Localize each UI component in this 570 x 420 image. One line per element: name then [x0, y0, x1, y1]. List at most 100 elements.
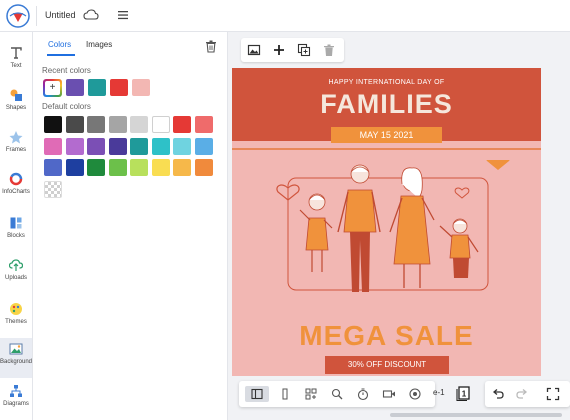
rail-label-blocks: Blocks: [7, 233, 25, 239]
rail-item-diagrams[interactable]: Diagrams: [0, 380, 32, 420]
redo-icon[interactable]: [514, 386, 530, 402]
default-color-swatch[interactable]: [130, 159, 148, 176]
horizontal-scrollbar[interactable]: [390, 413, 562, 417]
plus-icon: +: [45, 81, 60, 95]
design-top-line[interactable]: HAPPY INTERNATIONAL DAY OF: [232, 79, 541, 86]
tab-colors[interactable]: Colors: [48, 40, 71, 49]
default-color-swatch[interactable]: [151, 137, 170, 155]
rail-item-frames[interactable]: Frames: [0, 126, 32, 166]
left-rail: Text Shapes Frames InfoCharts Blocks Upl…: [0, 32, 33, 420]
design-title[interactable]: FAMILIES: [232, 89, 541, 120]
page-indicator[interactable]: e-1: [433, 388, 445, 397]
default-color-swatch[interactable]: [65, 137, 84, 155]
design-subline[interactable]: 30% OFF DISCOUNT: [325, 356, 449, 374]
transparent-color-swatch[interactable]: [44, 180, 62, 198]
default-color-swatch[interactable]: [151, 116, 170, 133]
pages-icon[interactable]: 1: [455, 385, 471, 401]
recent-color-swatch[interactable]: [110, 79, 128, 96]
recent-colors-label: Recent colors: [42, 66, 91, 75]
diagrams-icon: [10, 385, 22, 397]
rail-label-uploads: Uploads: [4, 275, 27, 281]
rail-item-infocharts[interactable]: InfoCharts: [0, 168, 32, 208]
rail-label-text: Text: [10, 63, 22, 69]
rail-label-background: Background: [0, 359, 33, 365]
record-icon[interactable]: [407, 386, 423, 402]
grid-add-icon[interactable]: [303, 386, 319, 402]
shapes-icon: [10, 89, 22, 101]
rail-item-background[interactable]: Background: [0, 338, 32, 378]
default-color-swatch[interactable]: [108, 159, 127, 176]
video-icon[interactable]: [381, 386, 397, 402]
design-divider: [232, 148, 541, 150]
rail-item-uploads[interactable]: Uploads: [0, 254, 32, 294]
cloud-save-icon[interactable]: [83, 8, 99, 22]
frames-icon: [9, 131, 23, 144]
colors-panel: Colors Images Recent colors + Default co…: [33, 32, 228, 420]
default-color-swatch[interactable]: [44, 137, 62, 155]
recent-color-swatch[interactable]: [88, 79, 106, 96]
rail-item-themes[interactable]: Themes: [0, 298, 32, 338]
app-logo-icon[interactable]: [6, 4, 30, 28]
add-icon[interactable]: [272, 43, 286, 57]
canvas-area: HAPPY INTERNATIONAL DAY OF FAMILIES MAY …: [229, 32, 570, 420]
add-color-button[interactable]: +: [43, 79, 62, 97]
default-color-swatch[interactable]: [108, 137, 127, 155]
design-canvas[interactable]: HAPPY INTERNATIONAL DAY OF FAMILIES MAY …: [232, 68, 541, 376]
text-icon: [11, 47, 22, 59]
bottom-toolbar: [239, 381, 435, 407]
themes-icon: [10, 303, 22, 315]
toolbar-separator: [36, 6, 37, 26]
fullscreen-icon[interactable]: [545, 386, 561, 402]
default-color-swatch[interactable]: [151, 159, 170, 176]
document-title[interactable]: Untitled: [45, 10, 76, 20]
default-color-swatch[interactable]: [65, 159, 84, 176]
recent-color-swatch[interactable]: [66, 79, 84, 96]
default-color-swatch[interactable]: [65, 116, 84, 133]
design-date[interactable]: MAY 15 2021: [331, 127, 442, 143]
undo-icon[interactable]: [490, 386, 506, 402]
default-color-swatch[interactable]: [173, 116, 191, 133]
rail-item-shapes[interactable]: Shapes: [0, 84, 32, 124]
default-color-swatch[interactable]: [173, 137, 191, 155]
default-color-swatch[interactable]: [44, 159, 62, 176]
image-icon[interactable]: [247, 43, 261, 57]
default-color-swatch[interactable]: [130, 116, 148, 133]
design-headline[interactable]: MEGA SALE: [232, 320, 541, 352]
default-color-swatch[interactable]: [108, 116, 127, 133]
default-color-swatch[interactable]: [194, 159, 213, 176]
tab-images[interactable]: Images: [86, 40, 112, 49]
undo-redo-group: [485, 381, 570, 407]
top-bar: Untitled: [0, 0, 570, 32]
family-illustration[interactable]: [272, 160, 512, 310]
default-colors-label: Default colors: [42, 102, 91, 111]
delete-icon[interactable]: [322, 43, 336, 57]
recent-color-swatch[interactable]: [132, 79, 150, 96]
active-tab-indicator: [47, 54, 75, 56]
default-color-swatch[interactable]: [44, 116, 62, 133]
default-color-swatch[interactable]: [87, 116, 105, 133]
rail-item-blocks[interactable]: Blocks: [0, 212, 32, 252]
rail-label-shapes: Shapes: [5, 105, 27, 111]
layout-panel-icon[interactable]: [245, 386, 269, 402]
infocharts-icon: [9, 172, 23, 186]
default-color-swatch[interactable]: [130, 137, 148, 155]
default-color-swatch[interactable]: [87, 137, 105, 155]
default-color-swatch[interactable]: [173, 159, 191, 176]
timer-icon[interactable]: [355, 386, 371, 402]
blocks-icon: [10, 217, 22, 229]
background-icon: [9, 343, 23, 355]
uploads-icon: [9, 259, 23, 271]
page-count: 1: [462, 390, 467, 399]
default-color-swatch[interactable]: [194, 116, 213, 133]
page-outline-icon[interactable]: [277, 386, 293, 402]
zoom-icon[interactable]: [329, 386, 345, 402]
default-color-swatch[interactable]: [87, 159, 105, 176]
rail-item-text[interactable]: Text: [0, 42, 32, 82]
rail-label-infocharts: InfoCharts: [2, 189, 30, 195]
trash-icon[interactable]: [205, 40, 217, 53]
duplicate-icon[interactable]: [297, 43, 311, 57]
default-color-swatch[interactable]: [194, 137, 213, 155]
element-toolbar: [241, 38, 344, 62]
menu-icon[interactable]: [117, 9, 129, 21]
rail-label-frames: Frames: [5, 147, 27, 153]
